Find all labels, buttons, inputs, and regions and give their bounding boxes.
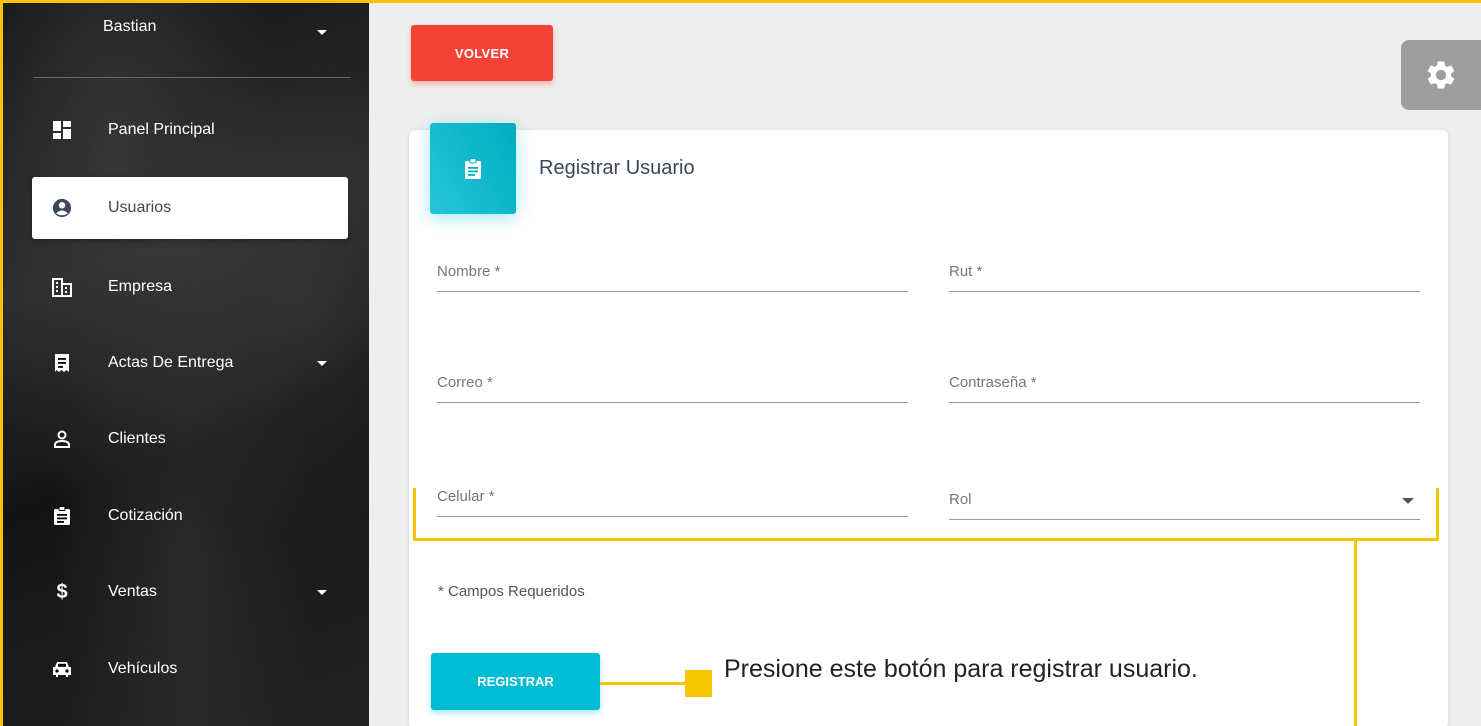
user-menu[interactable]: Bastian: [3, 3, 369, 79]
chevron-down-icon: [317, 590, 327, 595]
sidebar-item-actas-de-entrega[interactable]: Actas De Entrega: [32, 332, 348, 394]
person-outline-icon: [52, 429, 72, 449]
sidebar-item-usuarios[interactable]: Usuarios: [32, 177, 348, 239]
field-underline: [437, 291, 908, 292]
user-name: Bastian: [103, 18, 157, 35]
field-underline: [949, 291, 1420, 292]
chevron-down-icon: [317, 361, 327, 366]
correo-input[interactable]: [437, 363, 908, 403]
rut-field[interactable]: Rut *: [949, 252, 1420, 292]
business-icon: [52, 277, 72, 297]
sidebar-item-label: Clientes: [108, 430, 166, 447]
sidebar-item-label: Cotización: [108, 507, 183, 524]
nombre-field[interactable]: Nombre *: [437, 252, 908, 292]
correo-field[interactable]: Correo *: [437, 363, 908, 403]
dollar-icon: $: [56, 580, 68, 603]
sidebar-item-empresa[interactable]: Empresa: [32, 256, 348, 318]
sidebar-item-vehiculos[interactable]: Vehículos: [32, 638, 348, 700]
contrasena-input[interactable]: [949, 363, 1420, 403]
assignment-icon: [52, 506, 72, 526]
main-content: VOLVER Registrar Usuario Nombre * Rut * …: [369, 3, 1481, 726]
callout-connector: [600, 682, 690, 685]
sidebar-item-label: Ventas: [108, 583, 157, 600]
sidebar-item-panel-principal[interactable]: Panel Principal: [32, 99, 348, 161]
dashboard-icon: [52, 120, 72, 140]
required-fields-note: * Campos Requeridos: [438, 583, 585, 600]
settings-button[interactable]: [1401, 40, 1481, 110]
card-header-icon: [430, 123, 516, 214]
sidebar-item-label: Panel Principal: [108, 121, 215, 138]
sidebar-item-label: Vehículos: [108, 660, 178, 677]
assignment-icon: [465, 157, 481, 179]
nombre-input[interactable]: [437, 252, 908, 292]
register-button[interactable]: REGISTRAR: [431, 653, 600, 710]
rut-input[interactable]: [949, 252, 1420, 292]
callout-marker: [685, 670, 712, 697]
register-user-card: Registrar Usuario Nombre * Rut * Correo …: [409, 123, 1448, 726]
sidebar-divider: [33, 77, 351, 78]
back-button[interactable]: VOLVER: [411, 25, 553, 81]
gear-icon: [1427, 61, 1455, 89]
sidebar-item-label: Empresa: [108, 278, 173, 295]
field-underline: [437, 402, 908, 403]
sidebar-item-ventas[interactable]: $ Ventas: [32, 561, 348, 623]
callout-text: Presione este botón para registrar usuar…: [724, 655, 1198, 683]
highlight-box: [413, 488, 1439, 541]
callout-line: [1354, 541, 1357, 726]
account-circle-icon: [52, 198, 72, 218]
sidebar: Bastian Panel Principal Usuarios Empresa…: [3, 3, 369, 726]
field-underline: [949, 402, 1420, 403]
sidebar-item-label: Actas De Entrega: [108, 354, 234, 371]
sidebar-item-label: Usuarios: [108, 199, 172, 216]
page-title: Registrar Usuario: [539, 157, 695, 179]
sidebar-item-cotizacion[interactable]: Cotización: [32, 485, 348, 547]
car-icon: [52, 659, 72, 679]
sidebar-item-clientes[interactable]: Clientes: [32, 408, 348, 470]
receipt-icon: [52, 353, 72, 373]
chevron-down-icon: [317, 30, 327, 35]
contrasena-field[interactable]: Contraseña *: [949, 363, 1420, 403]
